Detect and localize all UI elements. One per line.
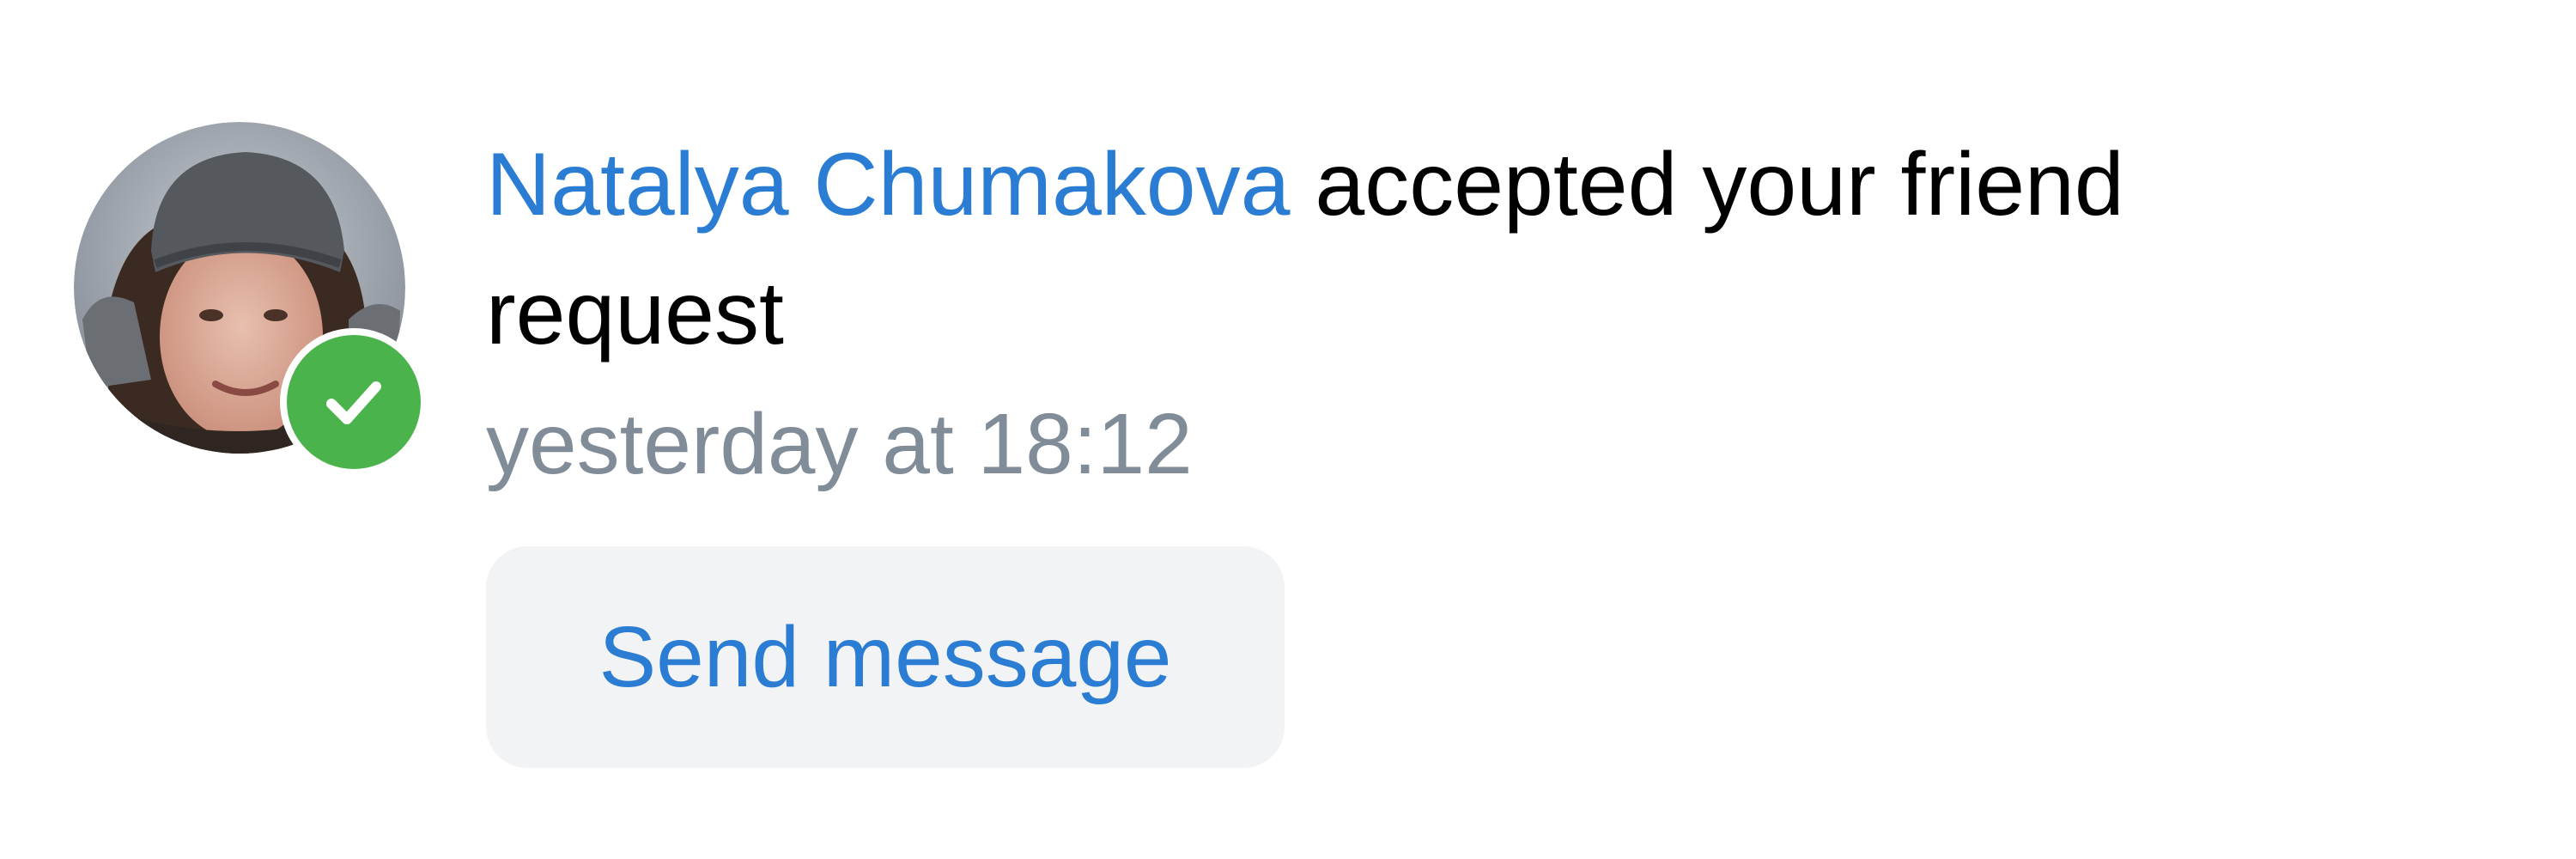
notification-message: Natalya Chumakova accepted your friend r… bbox=[486, 120, 2289, 378]
badge-circle bbox=[287, 335, 421, 469]
send-message-button[interactable]: Send message bbox=[486, 546, 1285, 768]
status-badge bbox=[280, 328, 428, 476]
user-name-link[interactable]: Natalya Chumakova bbox=[486, 135, 1290, 235]
check-icon bbox=[326, 381, 381, 424]
friend-accepted-notification: Natalya Chumakova accepted your friend r… bbox=[0, 0, 2576, 859]
avatar-container[interactable] bbox=[74, 122, 428, 476]
notification-content: Natalya Chumakova accepted your friend r… bbox=[486, 120, 2289, 509]
notification-timestamp: yesterday at 18:12 bbox=[486, 396, 1193, 492]
